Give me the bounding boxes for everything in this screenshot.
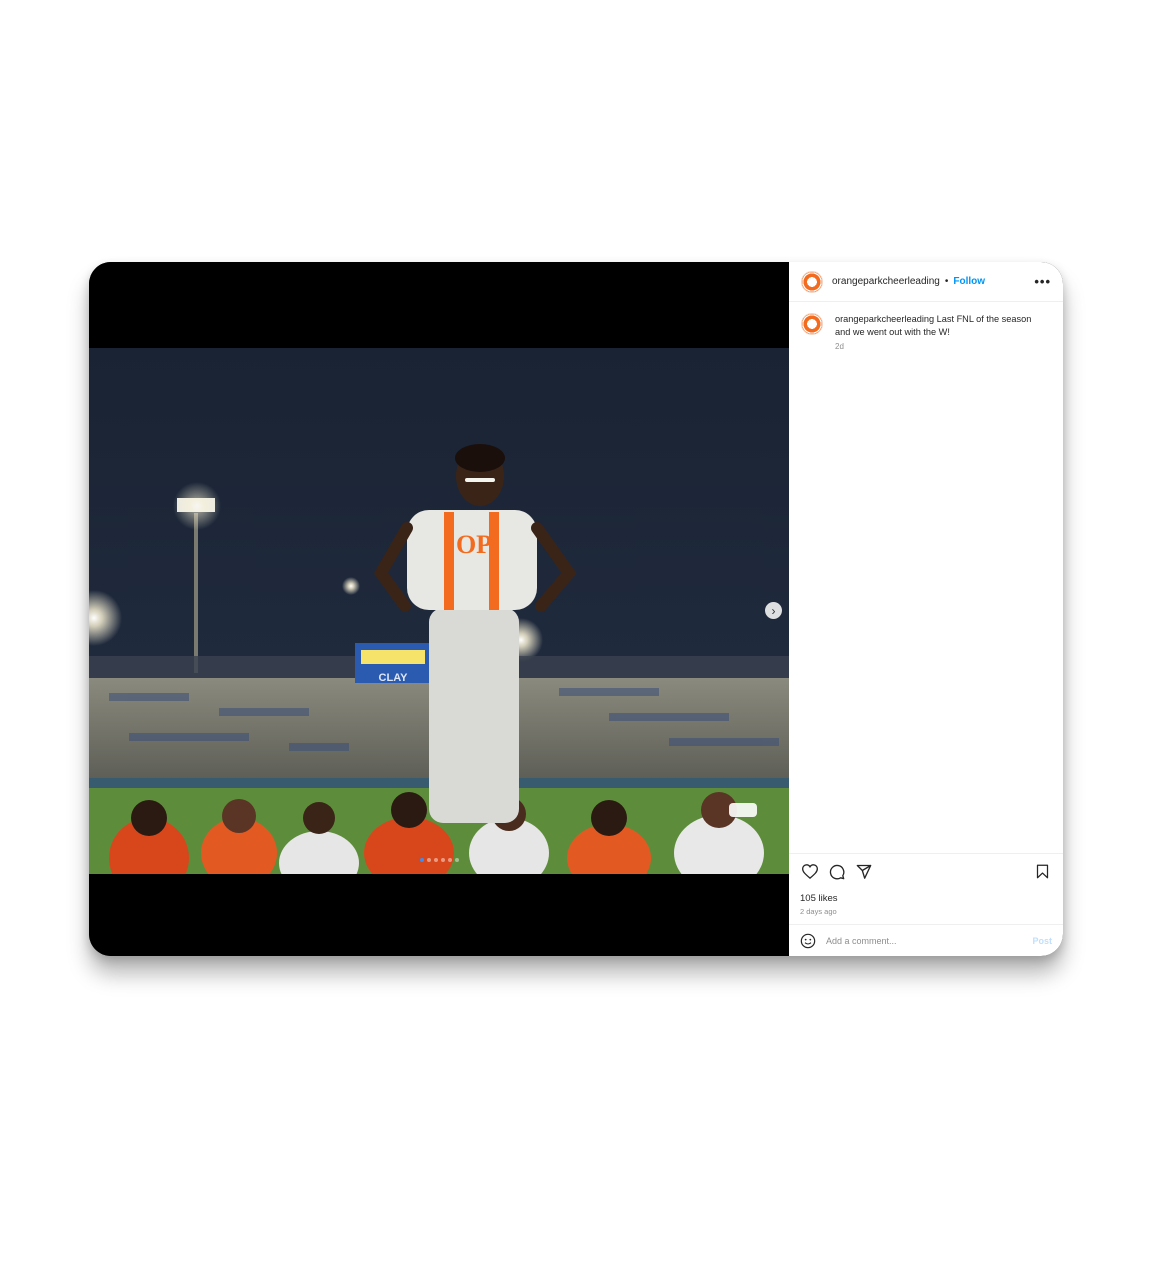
- follow-button[interactable]: Follow: [953, 276, 985, 287]
- carousel-dot: [433, 858, 438, 862]
- heart-icon: [802, 864, 818, 879]
- like-button[interactable]: [799, 861, 821, 883]
- share-button[interactable]: [853, 861, 875, 883]
- svg-text:OP: OP: [456, 530, 492, 559]
- save-button[interactable]: [1031, 861, 1053, 883]
- bookmark-icon: [1036, 864, 1048, 879]
- likes-count[interactable]: 105 likes: [789, 889, 1063, 904]
- caption-text: orangeparkcheerleading Last FNL of the s…: [835, 313, 1047, 339]
- media-area: CLAY OP ›: [89, 262, 789, 956]
- carousel-dot: [447, 858, 452, 862]
- caption-row: OP orangeparkcheerleading Last FNL of th…: [789, 302, 1063, 853]
- caption-avatar[interactable]: OP: [801, 313, 823, 335]
- comment-bar: Post: [789, 924, 1063, 956]
- carousel-dot: [440, 858, 445, 862]
- photo-illustration: CLAY OP: [89, 348, 789, 874]
- more-options-icon[interactable]: •••: [1034, 274, 1051, 289]
- comment-input[interactable]: [826, 935, 1033, 946]
- action-bar: [789, 853, 1063, 889]
- caption-body: orangeparkcheerleading Last FNL of the s…: [835, 313, 1047, 853]
- carousel-dot: [419, 858, 424, 862]
- header-username[interactable]: orangeparkcheerleading: [832, 276, 940, 287]
- comment-icon: [829, 864, 845, 879]
- scoreboard: CLAY: [355, 643, 431, 684]
- caption-username[interactable]: orangeparkcheerleading: [835, 314, 934, 324]
- carousel-dot: [426, 858, 431, 862]
- post-comment-button[interactable]: Post: [1032, 936, 1052, 946]
- carousel-indicator: [89, 858, 789, 862]
- chevron-right-icon: ›: [771, 603, 776, 618]
- post-sidebar: OP orangeparkcheerleading • Follow ••• O…: [789, 262, 1063, 956]
- avatar-initials: OP: [807, 321, 817, 327]
- comment-button[interactable]: [826, 861, 848, 883]
- carousel-dot: [454, 858, 459, 862]
- profile-avatar[interactable]: OP: [801, 270, 823, 293]
- post-photo[interactable]: CLAY OP: [89, 348, 789, 874]
- header-separator: •: [944, 276, 949, 287]
- caption-timestamp: 2d: [835, 342, 844, 351]
- send-icon: [856, 864, 872, 879]
- post-header: OP orangeparkcheerleading • Follow •••: [789, 262, 1063, 302]
- post-date: 2 days ago: [800, 907, 837, 916]
- next-image-button[interactable]: ›: [765, 602, 782, 619]
- svg-text:CLAY: CLAY: [379, 672, 409, 684]
- emoji-icon[interactable]: [800, 933, 816, 949]
- avatar-initials: OP: [807, 278, 817, 285]
- post-modal: CLAY OP › OP orangeparkcheerleading • Fo…: [89, 262, 1063, 956]
